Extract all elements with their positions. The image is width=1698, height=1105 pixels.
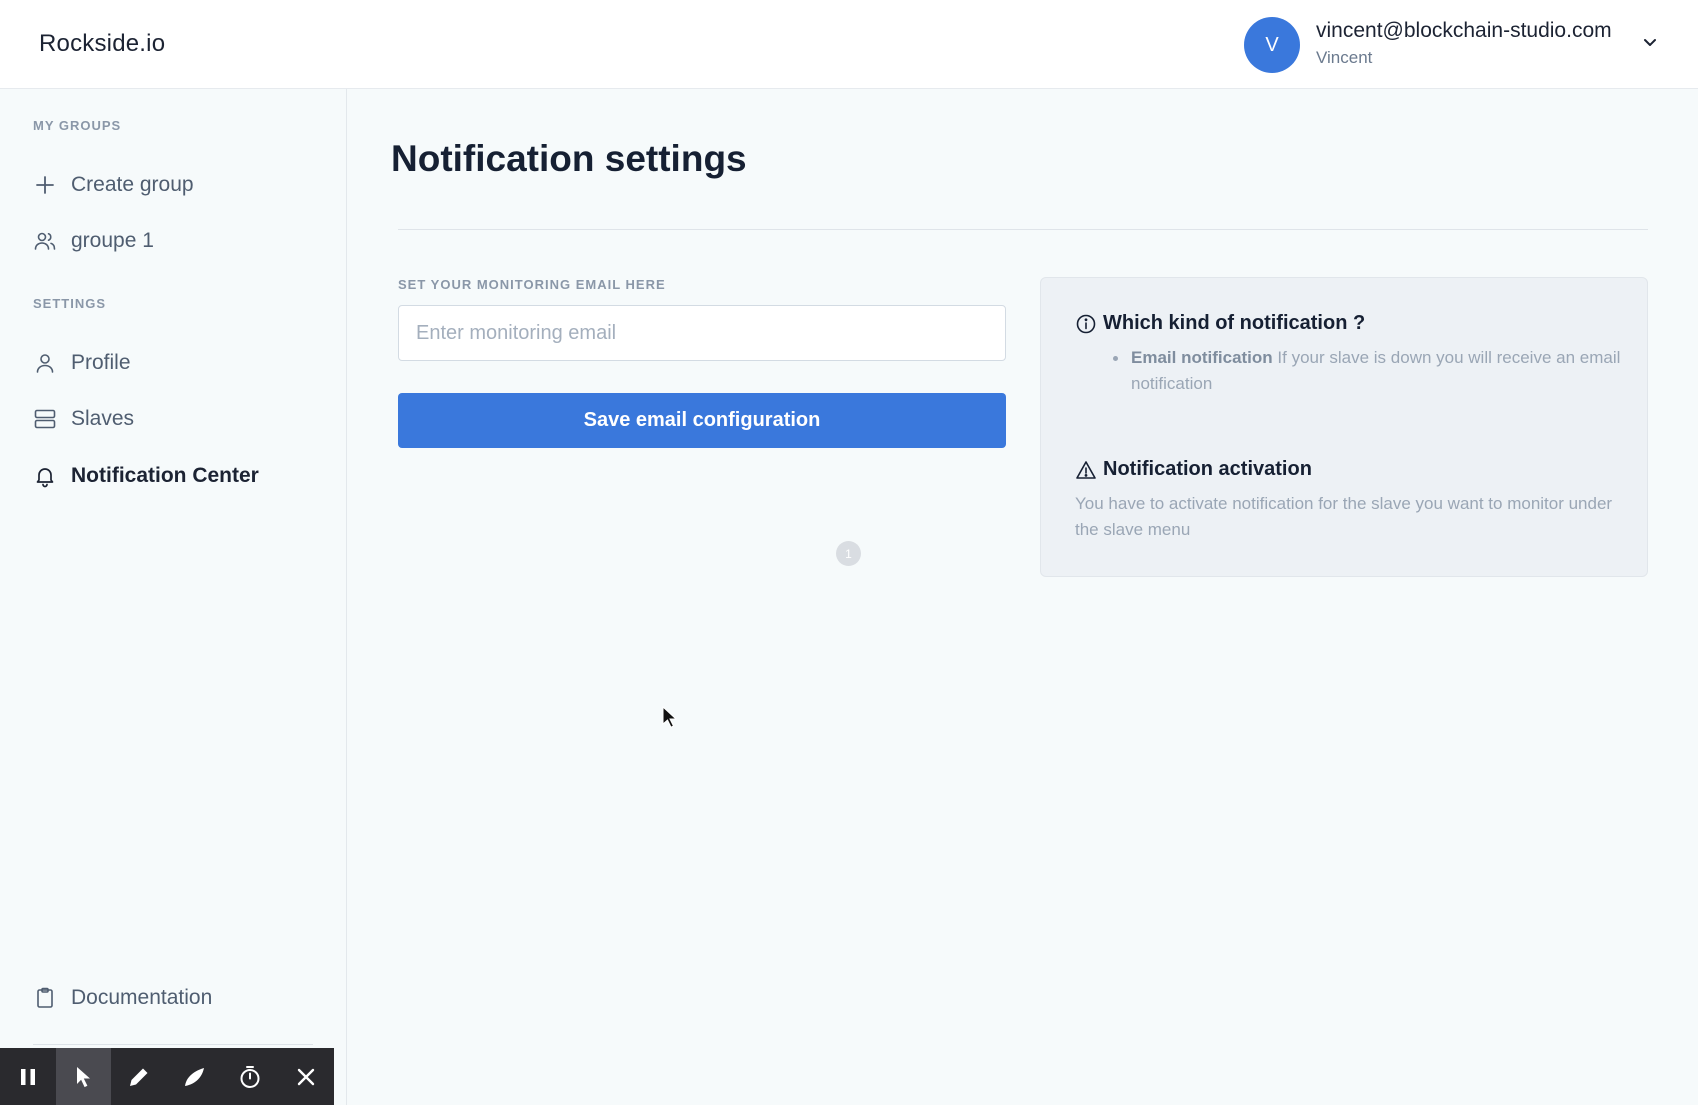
sidebar-item-label: Profile [71, 351, 131, 374]
chevron-down-icon[interactable] [1640, 32, 1660, 52]
close-icon [297, 1068, 314, 1085]
email-field-label: SET YOUR MONITORING EMAIL HERE [398, 277, 666, 292]
close-button[interactable] [278, 1048, 334, 1105]
title-divider [398, 229, 1648, 230]
plus-icon [36, 176, 54, 194]
sidebar-item-slaves[interactable]: Slaves [33, 402, 134, 436]
page-title: Notification settings [391, 138, 747, 179]
sidebar-item-label: Create group [71, 173, 194, 196]
section-label-settings: SETTINGS [33, 296, 107, 311]
timer-icon [240, 1065, 260, 1088]
sidebar-item-create-group[interactable]: Create group [33, 168, 194, 202]
monitoring-email-input[interactable] [398, 305, 1006, 361]
save-email-configuration-button[interactable]: Save email configuration [398, 393, 1006, 448]
timer-button[interactable] [222, 1048, 278, 1105]
marker-button[interactable] [167, 1048, 223, 1105]
notification-activation-heading: Notification activation [1075, 458, 1312, 481]
clipboard-icon [37, 987, 53, 1008]
sidebar-divider [33, 1044, 313, 1045]
info-icon [1076, 314, 1096, 333]
bell-icon [36, 468, 54, 488]
bullet-bold-label: Email notification [1131, 348, 1273, 367]
kind-heading-text: Which kind of notification ? [1103, 312, 1366, 334]
sidebar: MY GROUPS Create group groupe 1 SETTINGS… [0, 89, 347, 1105]
mouse-cursor-icon [662, 706, 678, 728]
pause-button[interactable] [0, 1048, 56, 1105]
pointer-button[interactable] [55, 1048, 112, 1105]
user-icon [36, 354, 54, 373]
sidebar-item-label: groupe 1 [71, 229, 154, 252]
pointer-icon [77, 1066, 91, 1087]
user-avatar[interactable]: V [1244, 17, 1300, 73]
warning-icon [1076, 460, 1096, 479]
annotation-toolbar [0, 1048, 334, 1105]
server-icon [34, 409, 56, 429]
top-bar: Rockside.io V vincent@blockchain-studio.… [0, 0, 1698, 89]
sidebar-item-profile[interactable]: Profile [33, 346, 131, 380]
activation-description: You have to activate notification for th… [1075, 494, 1613, 539]
sidebar-item-label: Documentation [71, 986, 213, 1009]
sidebar-item-notification-center[interactable]: Notification Center [33, 459, 259, 493]
email-notification-bullet: Email notification If your slave is down… [1113, 345, 1621, 397]
sidebar-item-groupe-1[interactable]: groupe 1 [33, 224, 154, 258]
sidebar-item-documentation[interactable]: Documentation [33, 981, 212, 1015]
marker-icon [184, 1067, 204, 1086]
sidebar-item-label: Slaves [71, 407, 135, 430]
user-name: Vincent [1316, 48, 1373, 67]
users-icon [34, 232, 56, 250]
notification-info-card: Which kind of notification ? Email notif… [1040, 277, 1648, 577]
sidebar-item-label: Notification Center [71, 464, 259, 487]
kind-of-notification-heading: Which kind of notification ? [1075, 312, 1365, 335]
user-email[interactable]: vincent@blockchain-studio.com [1316, 19, 1612, 43]
activation-heading-text: Notification activation [1103, 458, 1312, 480]
pencil-button[interactable] [111, 1048, 167, 1105]
pencil-icon [129, 1068, 148, 1086]
pause-icon [20, 1068, 35, 1085]
brand-logo[interactable]: Rockside.io [39, 30, 165, 58]
step-badge: 1 [836, 541, 861, 566]
section-label-my-groups: MY GROUPS [33, 118, 122, 133]
